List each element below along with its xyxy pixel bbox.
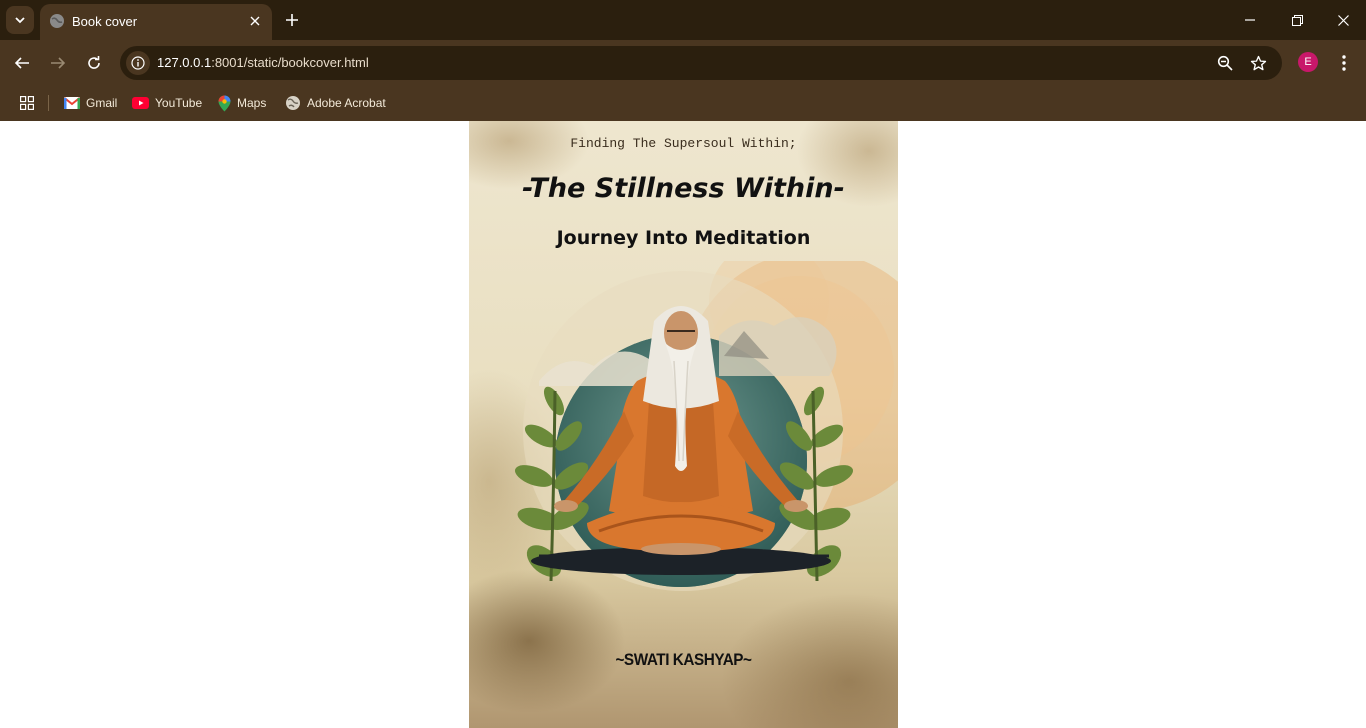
book-cover: Finding The Supersoul Within; -The Still…: [469, 121, 898, 728]
globe-icon: [50, 14, 64, 28]
bookmark-label: Adobe Acrobat: [307, 96, 386, 110]
chevron-down-icon: [15, 17, 25, 24]
reload-button[interactable]: [80, 49, 108, 77]
meditating-sage-illustration: [514, 261, 898, 591]
address-bar[interactable]: 127.0.0.1:8001/static/bookcover.html: [120, 46, 1282, 80]
bookmark-adobe-acrobat[interactable]: Adobe Acrobat: [285, 91, 386, 115]
star-icon: [1250, 55, 1266, 70]
cover-tagline: Finding The Supersoul Within;: [570, 136, 797, 151]
arrow-right-icon: [51, 57, 66, 69]
bookmark-gmail[interactable]: Gmail: [64, 91, 117, 115]
site-info-button[interactable]: [126, 51, 150, 75]
bookmarks-divider: [48, 95, 49, 111]
profile-avatar[interactable]: E: [1298, 52, 1318, 72]
cover-title: -The Stillness Within-: [522, 173, 845, 204]
bookmark-label: YouTube: [155, 96, 203, 110]
forward-button[interactable]: [44, 49, 72, 77]
apps-grid-icon: [20, 96, 34, 110]
close-icon: [1337, 14, 1349, 26]
new-tab-button[interactable]: [280, 8, 304, 32]
plus-icon: [286, 14, 298, 26]
maps-icon: [218, 95, 231, 111]
bookmark-label: Maps: [237, 96, 267, 110]
bookmark-maps[interactable]: Maps: [218, 91, 266, 115]
tab-strip: Book cover: [0, 0, 1366, 40]
url-text[interactable]: 127.0.0.1:8001/static/bookcover.html: [157, 55, 369, 70]
browser-menu-button[interactable]: [1332, 49, 1356, 77]
close-window-button[interactable]: [1327, 6, 1359, 34]
active-tab[interactable]: Book cover: [40, 4, 272, 40]
tab-title: Book cover: [72, 14, 138, 29]
url-path: :8001/static/bookcover.html: [211, 55, 369, 70]
cover-author: ~SWATI KASHYAP~: [615, 650, 752, 669]
reload-icon: [88, 56, 100, 69]
page-viewport: Finding The Supersoul Within; -The Still…: [0, 121, 1366, 728]
url-host: 127.0.0.1: [157, 55, 212, 70]
bookmark-star-button[interactable]: [1246, 51, 1270, 75]
minimize-button[interactable]: [1234, 6, 1266, 34]
bookmarks-bar: Gmail YouTube Maps Adobe Acrobat: [0, 86, 1366, 121]
globe-icon: [286, 96, 300, 110]
restore-icon: [1291, 14, 1303, 26]
back-button[interactable]: [8, 49, 36, 77]
youtube-icon: [132, 97, 149, 109]
arrow-left-icon: [14, 57, 29, 69]
close-tab-icon[interactable]: [246, 12, 264, 30]
browser-toolbar: 127.0.0.1:8001/static/bookcover.html E: [0, 40, 1366, 86]
minimize-icon: [1245, 19, 1255, 21]
zoom-button[interactable]: [1213, 51, 1237, 75]
apps-button[interactable]: [16, 92, 38, 114]
gmail-icon: [64, 97, 80, 109]
restore-button[interactable]: [1281, 6, 1313, 34]
bookmark-youtube[interactable]: YouTube: [132, 91, 202, 115]
more-vertical-icon: [1342, 55, 1346, 71]
cover-subtitle: Journey Into Meditation: [556, 227, 811, 249]
info-icon: [131, 56, 145, 70]
tab-search-button[interactable]: [6, 6, 34, 34]
bookmark-label: Gmail: [86, 96, 118, 110]
zoom-icon: [1217, 55, 1233, 71]
